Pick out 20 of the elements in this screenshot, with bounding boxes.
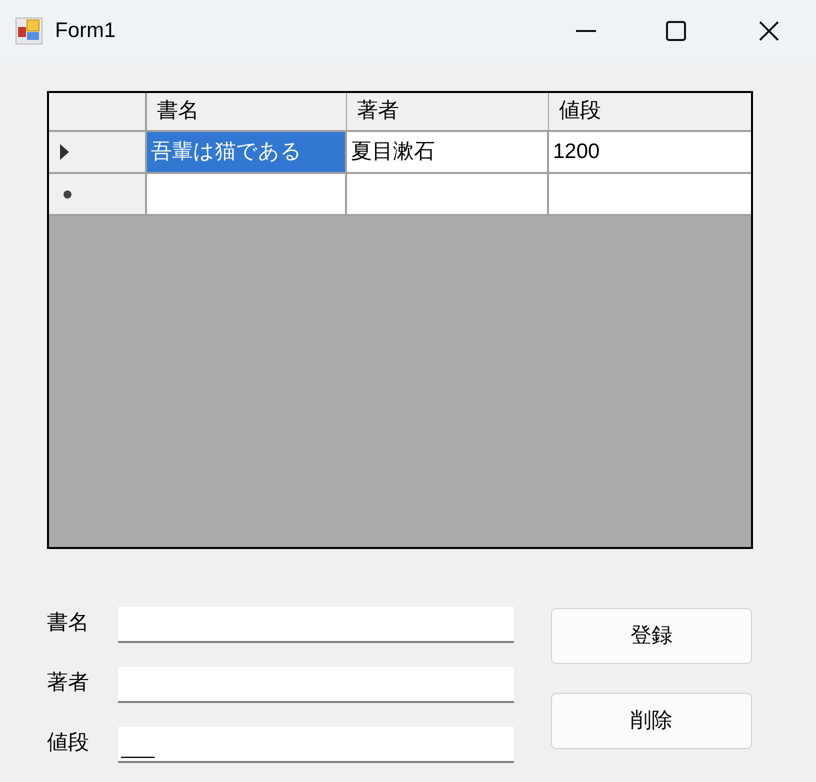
input-field[interactable] <box>118 607 514 643</box>
input-field[interactable]: ___ <box>118 727 514 763</box>
column-header[interactable]: 著者 <box>347 93 549 130</box>
form-button[interactable]: 削除 <box>551 693 752 749</box>
current-row-icon <box>60 144 69 160</box>
column-header[interactable]: 書名 <box>147 93 347 130</box>
maximize-icon[interactable] <box>666 21 686 41</box>
form-button[interactable]: 登録 <box>551 608 752 664</box>
input-field[interactable] <box>118 667 514 703</box>
new-row-icon <box>63 190 72 198</box>
field-label: 書名 <box>47 610 90 636</box>
app-icon <box>15 17 43 45</box>
row-header[interactable] <box>49 132 147 172</box>
table-cell[interactable]: 吾輩は猫である <box>147 132 347 172</box>
window-title: Form1 <box>55 18 116 44</box>
close-icon[interactable] <box>759 21 779 41</box>
field-label: 著者 <box>47 670 90 696</box>
field-label: 値段 <box>47 730 90 756</box>
row-header[interactable] <box>49 174 147 214</box>
column-header[interactable]: 値段 <box>549 93 751 130</box>
